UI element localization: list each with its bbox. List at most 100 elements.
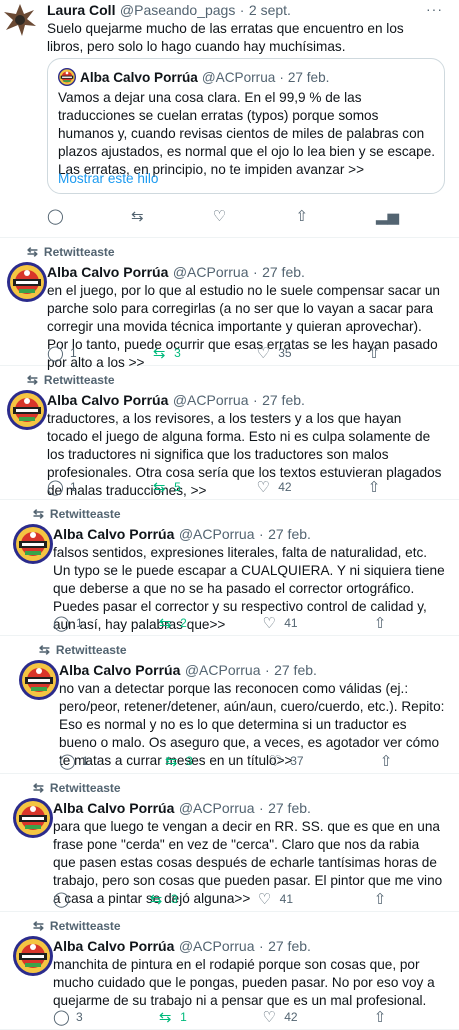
- author-name[interactable]: Alba Calvo Porrúa: [47, 264, 168, 280]
- avatar-alba-calvo-porrua[interactable]: [7, 262, 47, 302]
- reply-button[interactable]: ◯: [47, 207, 64, 225]
- like-button[interactable]: ♡: [212, 207, 228, 225]
- author-name[interactable]: Alba Calvo Porrúa: [53, 526, 174, 542]
- thread-tweet[interactable]: ⇆ Retwitteaste Alba Calvo Porrúa @ACPorrua…: [0, 366, 459, 500]
- retweet-icon: ⇆: [39, 642, 50, 657]
- comment-icon: ◯: [53, 1009, 70, 1026]
- retweet-button[interactable]: ⇆ 5: [151, 478, 181, 496]
- author-name[interactable]: Alba Calvo Porrúa: [47, 392, 168, 408]
- tweet-actions: ◯ 1 ⇆ 3 ♡ 35 ⇧: [47, 344, 382, 362]
- author-name[interactable]: Alba Calvo Porrúa: [59, 662, 180, 678]
- author-name[interactable]: Alba Calvo Porrúa: [53, 800, 174, 816]
- author-handle[interactable]: @ACPorrua: [179, 526, 255, 542]
- retweeted-indicator: ⇆ Retwitteaste: [39, 642, 127, 658]
- thread-tweet[interactable]: ⇆ Retwitteaste Alba Calvo Porrúa @ACPorrua…: [0, 912, 459, 1030]
- like-button[interactable]: ♡ 41: [257, 890, 293, 908]
- like-button[interactable]: ♡ 35: [255, 344, 291, 362]
- retweet-button[interactable]: ⇆ 3: [148, 890, 178, 908]
- retweet-button[interactable]: ⇆ 3: [151, 344, 181, 362]
- author-name[interactable]: Laura Coll: [47, 2, 115, 18]
- author-handle[interactable]: @ACPorrua: [179, 800, 255, 816]
- thread-tweet[interactable]: ⇆ Retwitteaste Alba Calvo Porrúa @ACPorrua…: [0, 238, 459, 370]
- share-icon: ⇧: [379, 753, 393, 770]
- share-button[interactable]: ⇧: [366, 478, 382, 496]
- quoted-tweet-text: Vamos a dejar una cosa clara. En el 99,9…: [58, 90, 436, 177]
- quoted-tweet[interactable]: Alba Calvo Porrúa @ACPorrua · 27 feb. Va…: [47, 58, 445, 194]
- tweet-header: Laura Coll @Paseando_pags · 2 sept.: [47, 2, 291, 20]
- like-button[interactable]: ♡ 42: [255, 478, 291, 496]
- reply-button[interactable]: ◯: [53, 890, 70, 908]
- retweeted-label: Retwitteaste: [49, 781, 121, 795]
- comment-icon: ◯: [47, 345, 64, 362]
- separator-dot: ·: [279, 69, 284, 85]
- reply-button[interactable]: ◯ 1: [53, 614, 83, 632]
- reply-button[interactable]: ◯ 3: [53, 1008, 83, 1026]
- retweet-button[interactable]: ⇆ 3: [163, 752, 193, 770]
- thread-tweet[interactable]: ⇆ Retwitteaste Alba Calvo Porrúa @ACPorrua…: [0, 500, 459, 636]
- heart-icon: ♡: [257, 891, 272, 908]
- retweet-count: 2: [180, 616, 187, 630]
- tweet-date[interactable]: 27 feb.: [268, 800, 311, 816]
- reply-button[interactable]: ◯ 1: [47, 478, 77, 496]
- tweet-actions: ◯ 1 ⇆ 2 ♡ 41 ⇧: [53, 614, 388, 632]
- share-button[interactable]: ⇧: [294, 207, 310, 225]
- author-handle[interactable]: @ACPorrua: [179, 938, 255, 954]
- avatar-alba-calvo-porrua[interactable]: [13, 798, 53, 838]
- retweeted-label: Retwitteaste: [43, 373, 115, 387]
- quoted-avatar: [58, 68, 76, 86]
- tweet-date[interactable]: 27 feb.: [262, 264, 305, 280]
- like-button[interactable]: ♡ 41: [261, 614, 297, 632]
- tweet-date[interactable]: 27 feb.: [268, 938, 311, 954]
- share-button[interactable]: ⇧: [372, 1008, 388, 1026]
- separator-dot: ·: [239, 2, 245, 18]
- comment-icon: ◯: [47, 208, 64, 225]
- like-count: 41: [284, 616, 298, 630]
- share-button[interactable]: ⇧: [378, 752, 394, 770]
- tweet-header: Alba Calvo Porrúa @ACPorrua · 27 feb.: [53, 526, 311, 544]
- show-thread-link[interactable]: Mostrar este hilo: [58, 171, 158, 186]
- share-button[interactable]: ⇧: [366, 344, 382, 362]
- reply-button[interactable]: ◯ 1: [59, 752, 89, 770]
- separator-dot: ·: [264, 662, 270, 678]
- author-handle[interactable]: @ACPorrua: [185, 662, 261, 678]
- author-handle[interactable]: @ACPorrua: [173, 264, 249, 280]
- reply-button[interactable]: ◯ 1: [47, 344, 77, 362]
- tweet-date[interactable]: 27 feb.: [262, 392, 305, 408]
- author-name[interactable]: Alba Calvo Porrúa: [53, 938, 174, 954]
- avatar-alba-calvo-porrua[interactable]: [13, 936, 53, 976]
- like-count: 35: [278, 346, 292, 360]
- share-button[interactable]: ⇧: [372, 614, 388, 632]
- retweet-count: 3: [186, 754, 193, 768]
- avatar-alba-calvo-porrua[interactable]: [13, 524, 53, 564]
- author-handle[interactable]: @ACPorrua: [173, 392, 249, 408]
- author-handle[interactable]: @Paseando_pags: [120, 2, 235, 18]
- like-button[interactable]: ♡ 37: [267, 752, 303, 770]
- retweeted-indicator: ⇆ Retwitteaste: [27, 372, 115, 388]
- like-button[interactable]: ♡ 42: [261, 1008, 297, 1026]
- retweeted-indicator: ⇆ Retwitteaste: [27, 244, 115, 260]
- thread-tweet[interactable]: ⇆ Retwitteaste Alba Calvo Porrúa @ACPorrua…: [0, 774, 459, 912]
- analytics-button[interactable]: ▂▅: [376, 207, 399, 225]
- more-options-icon[interactable]: ···: [426, 1, 443, 17]
- like-count: 42: [284, 1010, 298, 1024]
- tweet-date[interactable]: 2 sept.: [249, 2, 291, 18]
- share-button[interactable]: ⇧: [372, 890, 388, 908]
- tweet-date[interactable]: 27 feb.: [268, 526, 311, 542]
- heart-icon: ♡: [262, 1009, 276, 1026]
- retweet-button[interactable]: ⇆ 1: [157, 1008, 187, 1026]
- avatar-alba-calvo-porrua[interactable]: [7, 390, 47, 430]
- thread-tweet[interactable]: ⇆ Retwitteaste Alba Calvo Porrúa @ACPorrua…: [0, 636, 459, 774]
- avatar-alba-calvo-porrua[interactable]: [19, 660, 59, 700]
- separator-dot: ·: [258, 938, 264, 954]
- retweet-button[interactable]: ⇆ 2: [157, 614, 187, 632]
- retweet-count: 3: [170, 892, 178, 906]
- retweet-button[interactable]: ⇆: [129, 207, 145, 225]
- share-icon: ⇧: [373, 891, 387, 908]
- main-tweet[interactable]: Laura Coll @Paseando_pags · 2 sept. ··· …: [0, 0, 459, 238]
- retweeted-label: Retwitteaste: [49, 507, 121, 521]
- retweet-icon: ⇆: [27, 244, 38, 259]
- separator-dot: ·: [258, 526, 264, 542]
- avatar-laura-coll[interactable]: [0, 0, 40, 40]
- tweet-date[interactable]: 27 feb.: [274, 662, 317, 678]
- retweeted-label: Retwitteaste: [55, 643, 127, 657]
